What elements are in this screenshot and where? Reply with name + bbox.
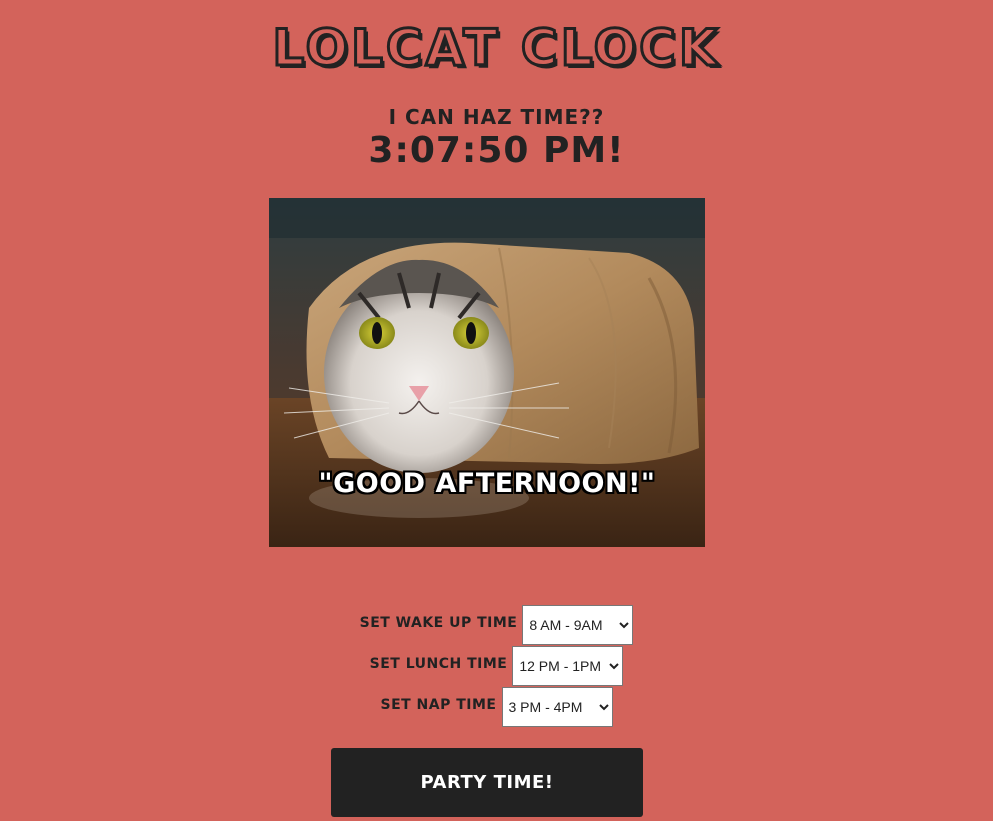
lunch-time-label: Set lunch time (369, 656, 508, 672)
lunch-time-row: Set lunch time 12 PM - 1PM (0, 646, 993, 686)
photo-caption: "GOOD AFTERNOON!" (318, 468, 656, 499)
nap-time-label: Set nap time (380, 697, 497, 713)
clock-label: I can haz time?? (388, 105, 605, 129)
lolcat-photo: "GOOD AFTERNOON!" (269, 198, 705, 547)
wake-up-time-label: Set wake up time (359, 615, 518, 631)
nap-time-select[interactable]: 3 PM - 4PM (501, 687, 613, 727)
lunch-time-select[interactable]: 12 PM - 1PM (512, 646, 624, 686)
nap-time-row: Set nap time 3 PM - 4PM (0, 687, 993, 727)
clock-time: 3:07:50 PM! (368, 130, 625, 171)
party-time-button[interactable]: Party Time! (331, 748, 643, 817)
wake-up-time-row: Set wake up time 8 AM - 9AM (0, 605, 993, 645)
wake-up-time-select[interactable]: 8 AM - 9AM (522, 605, 634, 645)
page-title: Lolcat Clock (271, 18, 721, 79)
page: Lolcat Clock I can haz time?? 3:07:50 PM… (0, 0, 993, 821)
